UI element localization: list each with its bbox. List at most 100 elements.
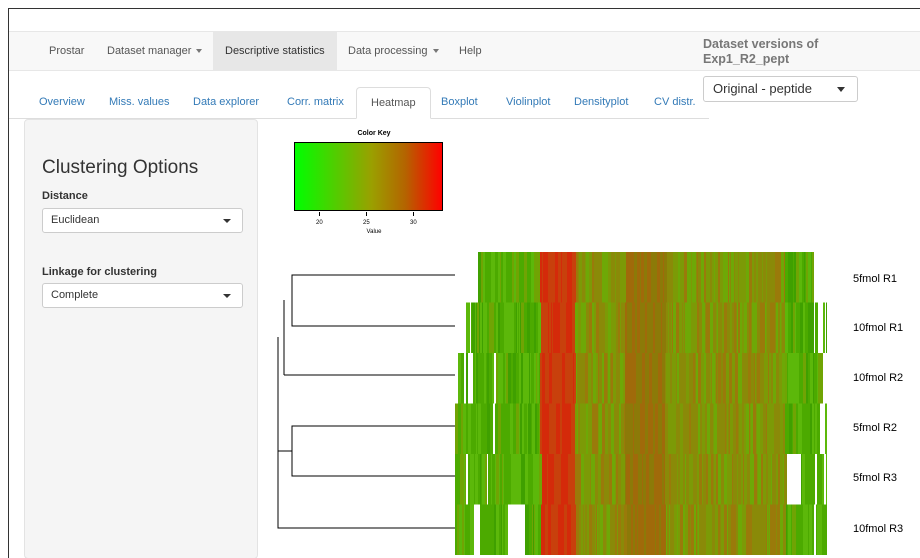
tab-boxplot[interactable]: Boxplot bbox=[427, 87, 492, 118]
heatmap-cell bbox=[472, 252, 475, 303]
heatmap-cell bbox=[621, 504, 624, 555]
heatmap-cell bbox=[478, 403, 479, 454]
heatmap-cell bbox=[705, 504, 706, 555]
heatmap-cell bbox=[554, 454, 555, 505]
heatmap-cell bbox=[743, 454, 744, 505]
heatmap-cell bbox=[806, 353, 808, 404]
heatmap-cell bbox=[466, 403, 468, 454]
heatmap-cell bbox=[662, 302, 664, 353]
heatmap-cell bbox=[780, 403, 783, 454]
heatmap-cell bbox=[518, 302, 519, 353]
heatmap-cell bbox=[508, 252, 510, 303]
tab-data-explorer[interactable]: Data explorer bbox=[179, 87, 273, 118]
heatmap-cell bbox=[728, 504, 729, 555]
heatmap-cell bbox=[670, 504, 673, 555]
heatmap-cell bbox=[595, 504, 596, 555]
heatmap-cell bbox=[706, 454, 708, 505]
heatmap-cell bbox=[514, 252, 516, 303]
heatmap-cell bbox=[698, 252, 701, 303]
heatmap-cell bbox=[625, 302, 627, 353]
heatmap-cell bbox=[508, 504, 511, 555]
heatmap-cell bbox=[586, 252, 589, 303]
heatmap-cell bbox=[467, 252, 470, 303]
distance-select[interactable]: Euclidean bbox=[42, 208, 243, 233]
heatmap-cell bbox=[556, 252, 558, 303]
heatmap-cell bbox=[473, 403, 476, 454]
heatmap-cell bbox=[747, 454, 750, 505]
nav-help[interactable]: Help bbox=[447, 32, 494, 70]
nav-prostar[interactable]: Prostar bbox=[37, 32, 96, 70]
heatmap-cell bbox=[575, 302, 578, 353]
heatmap-cell bbox=[691, 302, 693, 353]
dataset-version-select[interactable]: Original - peptide bbox=[703, 76, 858, 102]
heatmap-cell bbox=[808, 504, 809, 555]
heatmap-cell bbox=[501, 252, 503, 303]
heatmap-cell bbox=[814, 504, 816, 555]
heatmap-cell bbox=[571, 403, 574, 454]
tab-miss-values[interactable]: Miss. values bbox=[95, 87, 184, 118]
heatmap-cell bbox=[458, 353, 461, 404]
nav-dataset-manager[interactable]: Dataset manager bbox=[95, 32, 214, 70]
heatmap-cell bbox=[809, 504, 810, 555]
heatmap-cell bbox=[813, 353, 814, 404]
heatmap-cell bbox=[507, 353, 508, 404]
heatmap-cell bbox=[464, 454, 465, 505]
heatmap-cell bbox=[563, 403, 565, 454]
heatmap-grid bbox=[455, 252, 827, 555]
heatmap-cell bbox=[746, 302, 747, 353]
heatmap-cell bbox=[773, 353, 776, 404]
heatmap-cell bbox=[741, 353, 742, 404]
heatmap-cell bbox=[684, 403, 687, 454]
heatmap-cell bbox=[620, 252, 623, 303]
tab-corr-matrix[interactable]: Corr. matrix bbox=[273, 87, 358, 118]
heatmap-cell bbox=[551, 252, 552, 303]
heatmap-cell bbox=[523, 504, 525, 555]
heatmap-cell bbox=[625, 454, 626, 505]
dendrogram-branch bbox=[277, 337, 455, 529]
heatmap-cell bbox=[661, 302, 662, 353]
heatmap-cell bbox=[490, 403, 493, 454]
heatmap-cell bbox=[513, 403, 516, 454]
nav-data-processing[interactable]: Data processing bbox=[336, 32, 451, 70]
heatmap-cell bbox=[808, 353, 810, 404]
heatmap-cell bbox=[568, 403, 569, 454]
tab-heatmap[interactable]: Heatmap bbox=[356, 87, 431, 119]
heatmap-cell bbox=[679, 353, 682, 404]
heatmap-cell bbox=[738, 454, 741, 505]
heatmap-cell bbox=[548, 353, 549, 404]
nav-descriptive-statistics[interactable]: Descriptive statistics bbox=[213, 32, 337, 70]
heatmap-cell bbox=[548, 504, 551, 555]
linkage-select[interactable]: Complete bbox=[42, 283, 243, 308]
heatmap-cell bbox=[753, 504, 756, 555]
heatmap-cell bbox=[715, 353, 716, 404]
heatmap-cell bbox=[709, 353, 710, 404]
tab-densityplot[interactable]: Densityplot bbox=[560, 87, 642, 118]
heatmap-cell bbox=[669, 454, 671, 505]
heatmap-cell bbox=[633, 403, 634, 454]
heatmap-cell bbox=[742, 403, 744, 454]
heatmap-cell bbox=[613, 353, 616, 404]
heatmap-cell bbox=[787, 504, 788, 555]
heatmap-cell bbox=[531, 353, 534, 404]
heatmap-cell bbox=[710, 252, 712, 303]
tab-violinplot[interactable]: Violinplot bbox=[492, 87, 564, 118]
heatmap-cell bbox=[788, 302, 789, 353]
heatmap-cell bbox=[589, 252, 590, 303]
heatmap-cell bbox=[661, 353, 662, 404]
tab-overview[interactable]: Overview bbox=[25, 87, 99, 118]
heatmap-cell bbox=[708, 454, 710, 505]
tab-cv-distr[interactable]: CV distr. bbox=[640, 87, 710, 118]
heatmap-cell bbox=[539, 454, 542, 505]
heatmap-cell bbox=[668, 403, 671, 454]
heatmap-cell bbox=[551, 302, 552, 353]
heatmap-cell bbox=[747, 302, 749, 353]
heatmap-cell bbox=[712, 504, 715, 555]
heatmap-cell bbox=[789, 302, 791, 353]
heatmap-cell bbox=[775, 302, 776, 353]
heatmap-cell bbox=[620, 454, 621, 505]
heatmap-cell bbox=[670, 252, 673, 303]
heatmap-cell bbox=[778, 252, 781, 303]
heatmap-cell bbox=[577, 403, 578, 454]
heatmap-cell bbox=[457, 252, 460, 303]
heatmap-cell bbox=[809, 252, 811, 303]
